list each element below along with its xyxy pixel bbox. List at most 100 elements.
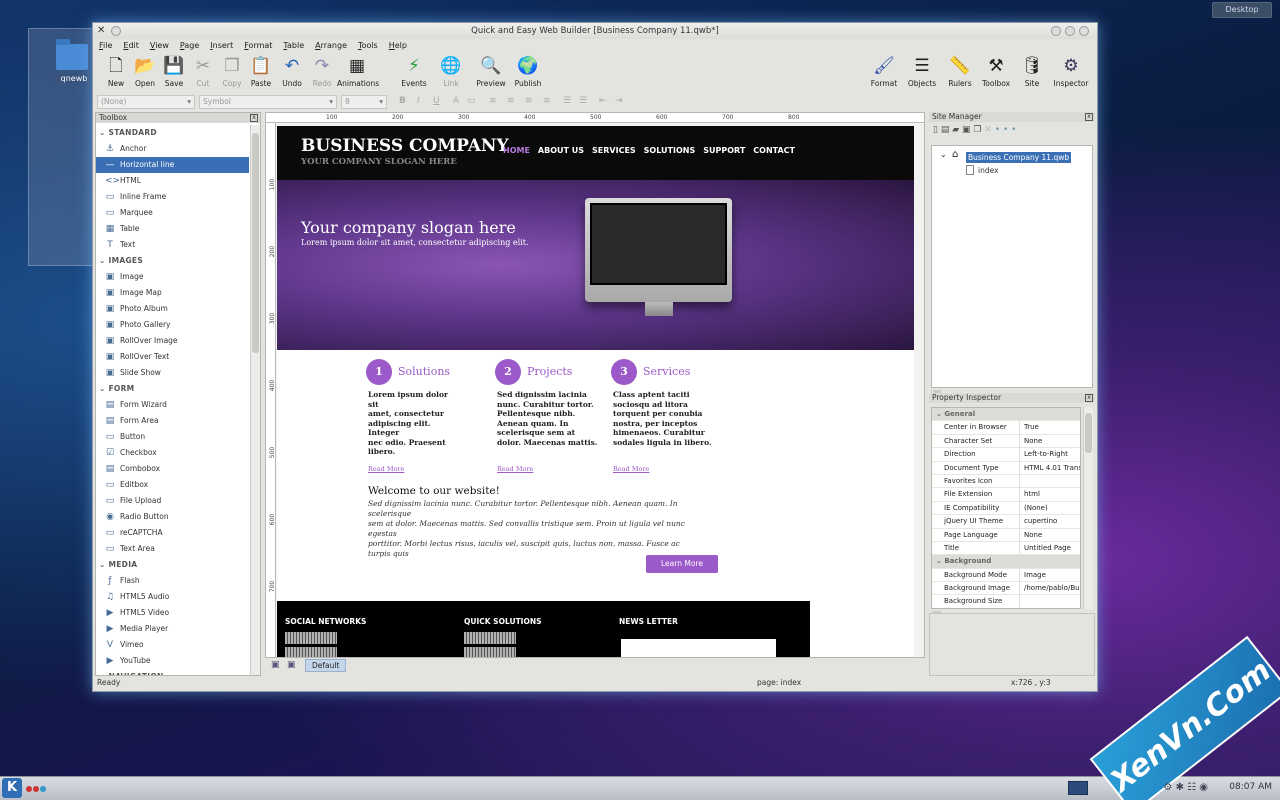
welcome-text[interactable]: Sed dignissim lacinia nunc. Curabitur to… [368, 499, 718, 559]
nav-link-support[interactable]: SUPPORT [703, 146, 745, 155]
toolbox-item-form-wizard[interactable]: ▤ Form Wizard [96, 397, 249, 413]
settings-icon[interactable]: • [1011, 125, 1016, 135]
toolbox-item-radio-button[interactable]: ◉ Radio Button [96, 509, 249, 525]
site-page-item[interactable]: index [978, 166, 999, 175]
column-title[interactable]: Projects [527, 365, 572, 378]
toolbox-item-table[interactable]: ▦ Table [96, 221, 249, 237]
toolbox-item-photo-gallery[interactable]: ▣ Photo Gallery [96, 317, 249, 333]
align-left-icon[interactable]: ≡ [489, 96, 497, 106]
font-select[interactable]: (None) [97, 95, 195, 109]
toolbox-category[interactable]: ⌄ FORM [96, 381, 249, 397]
toolbox-item-recaptcha[interactable]: ▭ reCAPTCHA [96, 525, 249, 541]
toolbox-item-button[interactable]: ▭ Button [96, 429, 249, 445]
toolbox-item-anchor[interactable]: ⚓ Anchor [96, 141, 249, 157]
desktop-button[interactable]: Desktop [1212, 2, 1272, 18]
property-row[interactable]: Background Mode Image [932, 568, 1080, 583]
toolbox-category[interactable]: ⌄ STANDARD [96, 125, 249, 141]
property-value[interactable]: Image [1024, 569, 1080, 582]
page-hero[interactable]: Your company slogan here Lorem ipsum dol… [277, 180, 914, 350]
save-icon[interactable]: ▣ [962, 125, 971, 135]
highlight-icon[interactable]: ▭ [467, 96, 476, 106]
toolbox-scrollbar[interactable] [250, 125, 260, 675]
property-value[interactable]: None [1024, 529, 1080, 542]
menu-tools[interactable]: Tools [352, 39, 383, 53]
menu-insert[interactable]: Insert [204, 39, 238, 53]
redo-button[interactable]: ↷ Redo [307, 55, 337, 93]
column-title[interactable]: Solutions [398, 365, 450, 378]
property-category[interactable]: ⌄ Background [932, 555, 1080, 569]
feature-column[interactable]: 3 Services Class aptent taciti sociosqu ad… [611, 359, 721, 479]
toolbox-category[interactable]: ⌄ MEDIA [96, 557, 249, 573]
scroll-thumb[interactable] [1085, 413, 1092, 453]
scroll-thumb[interactable] [252, 133, 259, 353]
clock[interactable]: 08:07 AM [1229, 782, 1272, 792]
events-button[interactable]: ⚡ Events [399, 55, 429, 93]
site-root-item[interactable]: Business Company 11.qwb [966, 152, 1072, 163]
column-text[interactable]: Sed dignissim lacinia nunc. Curabitur to… [497, 390, 597, 447]
up-icon[interactable]: • [995, 125, 1000, 135]
column-text[interactable]: Lorem ipsum dolor sit amet, consectetur … [368, 390, 448, 457]
toolbox-item-youtube[interactable]: ▶ YouTube [96, 653, 249, 669]
chevron-down-icon[interactable]: ⌄ [940, 150, 947, 159]
toolbox-item-html[interactable]: <> HTML [96, 173, 249, 189]
page-footer[interactable]: SOCIAL NETWORKS QUICK SOLUTIONS NEWS LET… [277, 601, 810, 657]
align-center-icon[interactable]: ≡ [507, 96, 515, 106]
toolbox-category[interactable]: ⌄ NAVIGATION [96, 669, 249, 675]
menu-format[interactable]: Format [238, 39, 277, 53]
toolbox-toggle-button[interactable]: ⚒ Toolbox [981, 55, 1011, 93]
toolbox-item-media-player[interactable]: ▶ Media Player [96, 621, 249, 637]
tab-default[interactable]: Default [305, 659, 347, 672]
property-row[interactable]: Document Type HTML 4.01 Trans [932, 461, 1080, 475]
toolbox-item-horizontal-line[interactable]: — Horizontal line [96, 157, 249, 173]
nav-link-services[interactable]: SERVICES [592, 146, 636, 155]
toolbox-item-html5-video[interactable]: ▶ HTML5 Video [96, 605, 249, 621]
property-value[interactable]: Left-to-Right [1024, 448, 1080, 461]
footer-links[interactable] [464, 647, 516, 657]
property-row[interactable]: Page Language None [932, 528, 1080, 542]
welcome-title[interactable]: Welcome to our website! [368, 485, 500, 497]
preview-button[interactable]: 🔍 Preview [476, 55, 506, 93]
property-row[interactable]: Favorites Icon [932, 474, 1080, 489]
toolbox-item-slide-show[interactable]: ▣ Slide Show [96, 365, 249, 381]
toolbox-item-image-map[interactable]: ▣ Image Map [96, 285, 249, 301]
property-row[interactable]: Title Untitled Page [932, 541, 1080, 556]
menu-view[interactable]: View [144, 39, 174, 53]
page-nav[interactable]: HOME ABOUT US SERVICES SOLUTIONS SUPPORT CONT… [503, 146, 803, 155]
inspector-toggle-button[interactable]: ⚙ Inspector [1051, 55, 1091, 93]
format-toggle-button[interactable]: 🖌 Format [869, 55, 899, 93]
toolbox-item-text[interactable]: T Text [96, 237, 249, 253]
new-button[interactable]: 🗋 New [101, 55, 131, 93]
read-more-link[interactable]: Read More [497, 465, 533, 473]
property-value[interactable]: html [1024, 488, 1080, 501]
feature-column[interactable]: 2 Projects Sed dignissim lacinia nunc. Cur… [495, 359, 605, 479]
property-value[interactable]: Untitled Page [1024, 542, 1080, 555]
property-value[interactable]: HTML 4.01 Trans [1024, 462, 1080, 475]
font-name-select[interactable]: Symbol [199, 95, 337, 109]
menu-table[interactable]: Table [277, 39, 309, 53]
monitor-image[interactable] [585, 198, 732, 316]
font-size-select[interactable]: 8 [341, 95, 387, 109]
indent-icon[interactable]: ⇥ [615, 96, 623, 106]
toolbox-item-photo-album[interactable]: ▣ Photo Album [96, 301, 249, 317]
window-menu-icon[interactable] [111, 26, 121, 36]
animations-button[interactable]: ▦ Animations [337, 55, 379, 93]
learn-more-button[interactable]: Learn More [646, 555, 718, 573]
close-icon[interactable] [1079, 26, 1089, 36]
toolbox-item-flash[interactable]: ƒ Flash [96, 573, 249, 589]
page-view-icon[interactable]: ▣ [271, 660, 280, 670]
column-title[interactable]: Services [643, 365, 690, 378]
toolbox-item-file-upload[interactable]: ▭ File Upload [96, 493, 249, 509]
maximize-icon[interactable] [1065, 26, 1075, 36]
delete-icon[interactable]: ✕ [984, 125, 992, 135]
property-row[interactable]: Center in Browser True [932, 421, 1080, 435]
rulers-toggle-button[interactable]: 📏 Rulers [945, 55, 975, 93]
close-icon[interactable]: x [1085, 113, 1093, 121]
outdent-icon[interactable]: ⇤ [599, 96, 607, 106]
text-color-icon[interactable]: A [453, 96, 459, 106]
property-value[interactable]: /home/pablo/Bu [1024, 582, 1080, 595]
menu-file[interactable]: File [93, 39, 117, 53]
kde-menu-icon[interactable]: K [2, 778, 22, 798]
page-slogan[interactable]: YOUR COMPANY SLOGAN HERE [301, 157, 457, 167]
toolbox-item-rollover-text[interactable]: ▣ RollOver Text [96, 349, 249, 365]
page-logo[interactable]: BUSINESS COMPANY [301, 136, 509, 156]
